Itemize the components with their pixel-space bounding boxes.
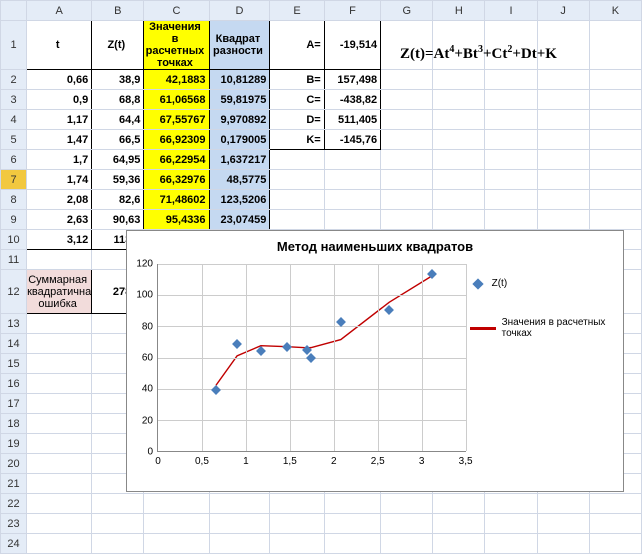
y-axis: 020406080100120	[127, 258, 157, 470]
cell-calc[interactable]: 66,92309	[144, 130, 209, 150]
coef-value[interactable]: -145,76	[324, 130, 380, 150]
cell-diff[interactable]: 59,81975	[209, 90, 270, 110]
cell-calc[interactable]: 67,55767	[144, 110, 209, 130]
col-headers: A B C D E F G H I J K	[1, 1, 642, 21]
legend-fit: Значения в расчетных точках	[470, 317, 619, 339]
coef-value[interactable]: -438,82	[324, 90, 380, 110]
cell-t[interactable]: 1,47	[27, 130, 92, 150]
cell-t[interactable]: 1,7	[27, 150, 92, 170]
row-4: 41,1764,467,557679,970892D=511,405	[1, 110, 642, 130]
cell-calc[interactable]: 95,4336	[144, 210, 209, 230]
cell-diff[interactable]: 0,179005	[209, 130, 270, 150]
cell-t[interactable]: 3,12	[27, 230, 92, 250]
row-5: 51,4766,566,923090,179005K=-145,76	[1, 130, 642, 150]
col-B[interactable]: B	[92, 1, 144, 21]
plot-area: 00,511,522,533,5	[157, 264, 466, 452]
coef-label[interactable]: D=	[270, 110, 324, 130]
cell-calc[interactable]: 42,1883	[144, 70, 209, 90]
cell-calc[interactable]: 66,32976	[144, 170, 209, 190]
cell-z[interactable]: 64,4	[92, 110, 144, 130]
row-22: 22	[1, 494, 642, 514]
col-C[interactable]: C	[144, 1, 209, 21]
cell-t[interactable]: 2,63	[27, 210, 92, 230]
cell-diff[interactable]: 10,81289	[209, 70, 270, 90]
chart-title: Метод наименьших квадратов	[127, 239, 623, 254]
cell-diff[interactable]: 9,970892	[209, 110, 270, 130]
cell-diff[interactable]: 1,637217	[209, 150, 270, 170]
col-E[interactable]: E	[270, 1, 324, 21]
cell-t[interactable]: 1,17	[27, 110, 92, 130]
chart[interactable]: Метод наименьших квадратов 0204060801001…	[126, 230, 624, 492]
hdr-sqdiff[interactable]: Квадрат разности	[209, 21, 270, 70]
val-A[interactable]: -19,514	[324, 21, 380, 70]
cell-calc[interactable]: 61,06568	[144, 90, 209, 110]
cell-t[interactable]: 0,9	[27, 90, 92, 110]
row-7: 71,7459,3666,3297648,5775	[1, 170, 642, 190]
row-6: 61,764,9566,229541,637217	[1, 150, 642, 170]
cell-calc[interactable]: 71,48602	[144, 190, 209, 210]
spreadsheet: A B C D E F G H I J K 1 t Z(t) Значения …	[0, 0, 642, 500]
coef-label[interactable]: C=	[270, 90, 324, 110]
cell-z[interactable]: 38,9	[92, 70, 144, 90]
coef-label[interactable]: K=	[270, 130, 324, 150]
col-J[interactable]: J	[537, 1, 589, 21]
cell-t[interactable]: 2,08	[27, 190, 92, 210]
cell-z[interactable]: 90,63	[92, 210, 144, 230]
legend: Z(t) Значения в расчетных точках	[466, 258, 623, 470]
cell-diff[interactable]: 48,5775	[209, 170, 270, 190]
formula-text: Z(t)=At4+Bt3+Ct2+Dt+K	[400, 44, 557, 63]
hdr-calc[interactable]: Значения в расчетных точках	[144, 21, 209, 70]
line-icon	[470, 327, 496, 330]
cell-t[interactable]: 0,66	[27, 70, 92, 90]
col-F[interactable]: F	[324, 1, 380, 21]
row-8: 82,0882,671,48602123,5206	[1, 190, 642, 210]
cell-calc[interactable]: 66,22954	[144, 150, 209, 170]
col-G[interactable]: G	[381, 1, 433, 21]
coef-value[interactable]: 157,498	[324, 70, 380, 90]
diamond-icon	[472, 278, 483, 289]
corner[interactable]	[1, 1, 27, 21]
cell-z[interactable]: 68,8	[92, 90, 144, 110]
col-A[interactable]: A	[27, 1, 92, 21]
cell-z[interactable]: 82,6	[92, 190, 144, 210]
legend-zt: Z(t)	[470, 278, 619, 289]
col-H[interactable]: H	[433, 1, 485, 21]
col-I[interactable]: I	[485, 1, 537, 21]
cell-diff[interactable]: 23,07459	[209, 210, 270, 230]
error-label[interactable]: Суммарная квадратичная ошибка	[27, 270, 92, 314]
cell-z[interactable]: 66,5	[92, 130, 144, 150]
col-K[interactable]: K	[589, 1, 641, 21]
row-9: 92,6390,6395,433623,07459	[1, 210, 642, 230]
row-2: 20,6638,942,188310,81289B=157,498	[1, 70, 642, 90]
row-23: 23	[1, 514, 642, 534]
label-A[interactable]: A=	[270, 21, 324, 70]
hdr-zt[interactable]: Z(t)	[92, 21, 144, 70]
row-3: 30,968,861,0656859,81975C=-438,82	[1, 90, 642, 110]
row-24: 24	[1, 534, 642, 554]
cell-t[interactable]: 1,74	[27, 170, 92, 190]
cell-z[interactable]: 64,95	[92, 150, 144, 170]
cell-diff[interactable]: 123,5206	[209, 190, 270, 210]
coef-value[interactable]: 511,405	[324, 110, 380, 130]
cell-z[interactable]: 59,36	[92, 170, 144, 190]
col-D[interactable]: D	[209, 1, 270, 21]
hdr-t[interactable]: t	[27, 21, 92, 70]
coef-label[interactable]: B=	[270, 70, 324, 90]
